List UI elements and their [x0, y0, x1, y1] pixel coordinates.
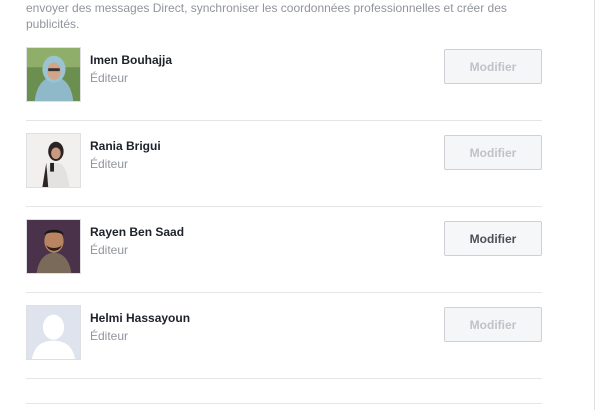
- member-role: Éditeur: [90, 329, 129, 343]
- member-name[interactable]: Helmi Hassayoun: [90, 311, 190, 325]
- modify-button: Modifier: [444, 307, 542, 342]
- avatar[interactable]: [26, 47, 81, 102]
- divider: [26, 292, 542, 293]
- profile-photo: [27, 48, 80, 101]
- avatar[interactable]: [26, 133, 81, 188]
- member-role: Éditeur: [90, 157, 129, 171]
- modify-button: Modifier: [444, 135, 542, 170]
- member-name[interactable]: Rania Brigui: [90, 139, 161, 153]
- divider: [26, 206, 542, 207]
- divider: [26, 378, 542, 379]
- profile-photo: [27, 220, 80, 273]
- modify-button[interactable]: Modifier: [444, 221, 542, 256]
- default-avatar-icon: [27, 306, 80, 359]
- member-role: Éditeur: [90, 243, 129, 257]
- member-name[interactable]: Imen Bouhajja: [90, 53, 172, 67]
- member-role: Éditeur: [90, 71, 129, 85]
- modify-button: Modifier: [444, 49, 542, 84]
- member-name[interactable]: Rayen Ben Saad: [90, 225, 184, 239]
- intro-text: envoyer des messages Direct, synchronise…: [26, 1, 507, 31]
- divider: [26, 403, 542, 404]
- divider: [26, 120, 542, 121]
- avatar[interactable]: [26, 219, 81, 274]
- profile-photo: [27, 134, 80, 187]
- avatar[interactable]: [26, 305, 81, 360]
- panel-border: [594, 0, 595, 410]
